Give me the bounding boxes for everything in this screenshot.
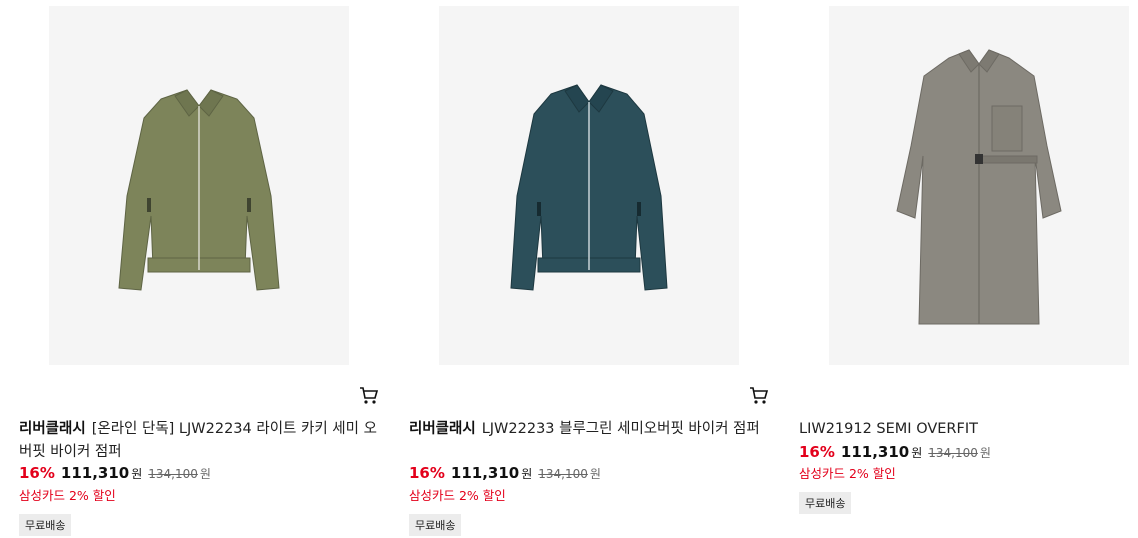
brand-name: 리버클래시 — [409, 421, 476, 437]
product-title[interactable]: 리버클래시 LJW22233 블루그린 세미오버핏 바이커 점퍼 — [409, 418, 769, 441]
product-card[interactable]: 리버클래시 [온라인 단독] LJW22234 라이트 카키 세미 오버핏 바이커… — [19, 0, 389, 538]
discount-rate: 16% — [799, 443, 835, 461]
product-name: LIW21912 SEMI OVERFIT — [799, 421, 978, 437]
product-image[interactable] — [439, 6, 739, 365]
card-promo: 삼성카드 2% 할인 — [799, 466, 896, 481]
discount-rate: 16% — [19, 464, 55, 482]
discount-rate: 16% — [409, 464, 445, 482]
product-card[interactable]: LIW21912 SEMI OVERFIT 16% 111,310 원 134,100… — [799, 0, 1138, 538]
price-row: 16% 111,310 원 134,100 원 — [409, 464, 601, 482]
original-price: 134,100 — [538, 467, 588, 481]
currency: 원 — [521, 467, 533, 481]
free-shipping-badge: 무료배송 — [409, 514, 462, 536]
add-to-cart-button[interactable] — [749, 386, 769, 406]
sale-price: 111,310 — [840, 443, 910, 461]
sale-price: 111,310 — [60, 464, 130, 482]
product-name: LJW22233 블루그린 세미오버핏 바이커 점퍼 — [481, 421, 760, 437]
brand-name: 리버클래시 — [19, 421, 86, 437]
currency: 원 — [911, 446, 923, 460]
original-currency: 원 — [589, 467, 601, 481]
price-row: 16% 111,310 원 134,100 원 — [19, 464, 211, 482]
product-image[interactable] — [49, 6, 349, 365]
blue-green-jacket-icon — [510, 84, 668, 291]
grey-coat-icon — [896, 49, 1062, 325]
original-price: 134,100 — [148, 467, 198, 481]
add-to-cart-button[interactable] — [359, 386, 379, 406]
original-currency: 원 — [979, 446, 991, 460]
original-price: 134,100 — [928, 446, 978, 460]
cart-icon — [750, 387, 769, 404]
card-promo: 삼성카드 2% 할인 — [409, 488, 506, 503]
product-card[interactable]: 리버클래시 LJW22233 블루그린 세미오버핏 바이커 점퍼 16% 111,3… — [409, 0, 779, 538]
card-promo: 삼성카드 2% 할인 — [19, 488, 116, 503]
product-image[interactable] — [829, 6, 1129, 365]
cart-icon — [360, 387, 379, 404]
price-row: 16% 111,310 원 134,100 원 — [799, 443, 991, 461]
product-title[interactable]: LIW21912 SEMI OVERFIT — [799, 418, 1138, 441]
original-currency: 원 — [199, 467, 211, 481]
product-title[interactable]: 리버클래시 [온라인 단독] LJW22234 라이트 카키 세미 오버핏 바이커… — [19, 418, 379, 464]
currency: 원 — [131, 467, 143, 481]
free-shipping-badge: 무료배송 — [19, 514, 72, 536]
khaki-jacket-icon — [118, 89, 280, 291]
free-shipping-badge: 무료배송 — [799, 492, 852, 514]
sale-price: 111,310 — [450, 464, 520, 482]
